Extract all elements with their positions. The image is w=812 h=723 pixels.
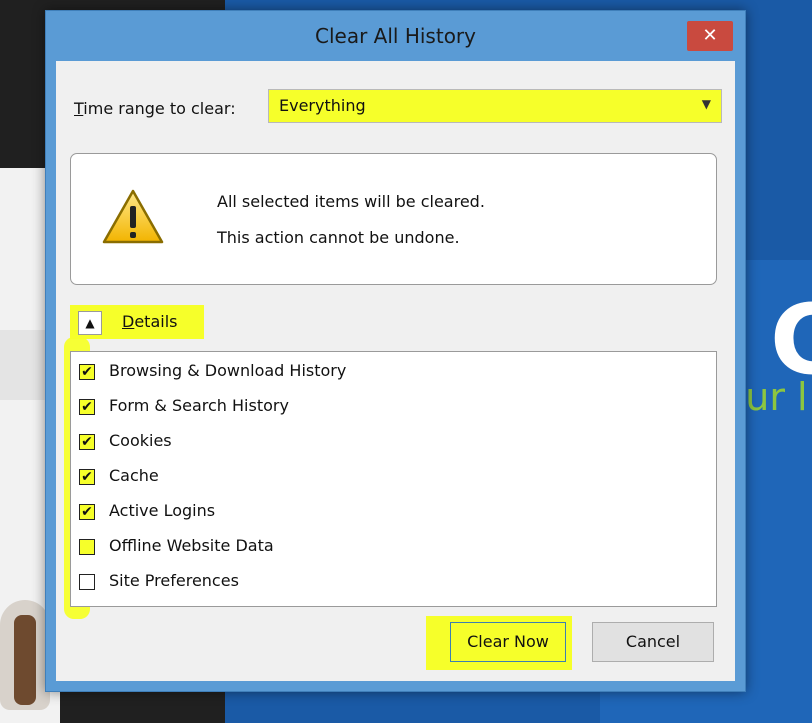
time-range-label-text: ime range to clear: bbox=[83, 99, 236, 118]
background-shoe-detail bbox=[14, 615, 36, 705]
offline-data-checkbox[interactable] bbox=[79, 539, 95, 555]
form-history-label: Form & Search History bbox=[109, 396, 289, 415]
details-label-accelerator: D bbox=[122, 312, 135, 331]
site-preferences-checkbox[interactable] bbox=[79, 574, 95, 590]
offline-data-label: Offline Website Data bbox=[109, 536, 274, 555]
clear-now-button[interactable]: Clear Now bbox=[450, 622, 566, 662]
warning-text-line-2: This action cannot be undone. bbox=[217, 228, 460, 247]
background-heading-letter: C bbox=[770, 284, 812, 396]
active-logins-checkbox[interactable]: ✔ bbox=[79, 504, 95, 520]
cookies-label: Cookies bbox=[109, 431, 172, 450]
cache-checkbox[interactable]: ✔ bbox=[79, 469, 95, 485]
dialog-content: Time range to clear: Everything ▼ All se… bbox=[56, 61, 735, 681]
browsing-history-checkbox[interactable]: ✔ bbox=[79, 364, 95, 380]
cache-label: Cache bbox=[109, 466, 159, 485]
warning-box: All selected items will be cleared. This… bbox=[70, 153, 717, 285]
close-button[interactable]: ✕ bbox=[687, 21, 733, 51]
time-range-value: Everything bbox=[279, 96, 366, 115]
warning-icon bbox=[102, 189, 164, 244]
warning-text-line-1: All selected items will be cleared. bbox=[217, 192, 485, 211]
active-logins-label: Active Logins bbox=[109, 501, 216, 520]
clear-history-dialog: Clear All History ✕ Time range to clear:… bbox=[45, 10, 746, 692]
cancel-button[interactable]: Cancel bbox=[592, 622, 714, 662]
chevron-down-icon: ▼ bbox=[701, 97, 711, 111]
form-history-checkbox[interactable]: ✔ bbox=[79, 399, 95, 415]
chevron-up-icon: ▲ bbox=[78, 311, 102, 335]
details-toggle[interactable]: ▲ Details bbox=[70, 305, 204, 339]
time-range-label: Time range to clear: bbox=[74, 97, 236, 120]
time-range-select[interactable]: Everything ▼ bbox=[268, 89, 722, 123]
close-icon: ✕ bbox=[702, 25, 718, 46]
dialog-title: Clear All History bbox=[315, 24, 476, 48]
time-range-label-accelerator: T bbox=[74, 99, 84, 118]
details-label-text: etails bbox=[134, 312, 178, 331]
cookies-checkbox[interactable]: ✔ bbox=[79, 434, 95, 450]
site-preferences-label: Site Preferences bbox=[109, 571, 239, 590]
history-items-list: ✔ Browsing & Download History ✔ Form & S… bbox=[70, 351, 717, 607]
details-label: Details bbox=[122, 312, 177, 331]
dialog-titlebar[interactable]: Clear All History ✕ bbox=[46, 11, 745, 61]
browsing-history-label: Browsing & Download History bbox=[109, 361, 347, 380]
